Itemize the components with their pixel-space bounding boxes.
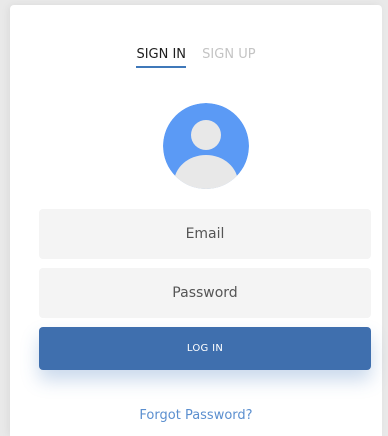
avatar-graphic <box>163 103 249 189</box>
user-avatar-icon <box>163 103 249 189</box>
password-input[interactable] <box>39 268 371 318</box>
tab-sign-in[interactable]: SIGN IN <box>136 47 186 68</box>
email-input[interactable] <box>39 209 371 259</box>
login-card: SIGN IN SIGN UP LOG IN Forgot Password? <box>10 5 382 436</box>
auth-tabs: SIGN IN SIGN UP <box>10 47 382 68</box>
tab-sign-up[interactable]: SIGN UP <box>202 47 255 65</box>
forgot-password-link[interactable]: Forgot Password? <box>10 408 382 423</box>
log-in-button[interactable]: LOG IN <box>39 327 371 370</box>
